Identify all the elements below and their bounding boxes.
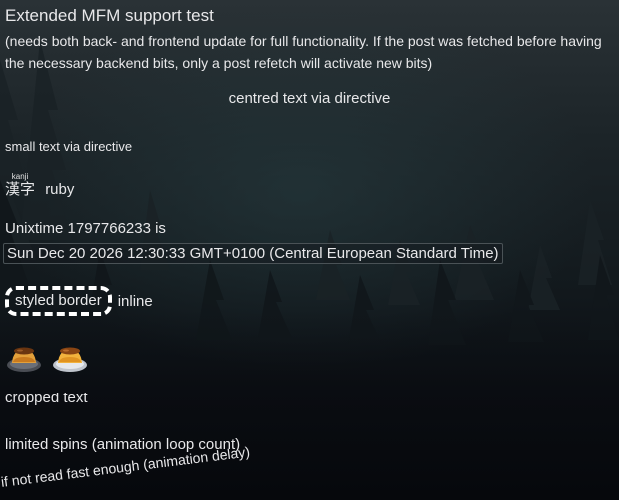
unixtime-value: Sun Dec 20 2026 12:30:33 GMT+0100 (Centr… — [3, 243, 503, 264]
styled-border-line: styled border inline — [5, 286, 153, 316]
cropped-text-content: cropped text — [5, 393, 88, 406]
emoji-row — [6, 338, 88, 374]
pudding-emoji-icon — [53, 347, 87, 372]
inline-label: inline — [117, 292, 153, 310]
unixtime-label: Unixtime 1797766233 is — [5, 220, 166, 237]
post-note: (needs both back- and frontend update fo… — [5, 33, 602, 71]
centred-text: centred text via directive — [228, 90, 391, 107]
post-title: Extended MFM support test — [5, 6, 214, 25]
ruby-line: 漢字kanji ruby — [5, 172, 74, 199]
ruby-base: 漢字 — [5, 181, 36, 198]
styled-border-box: styled border — [5, 286, 112, 316]
pudding-emoji-icon — [7, 347, 41, 372]
ruby-annotation: kanji — [5, 172, 36, 181]
cropped-text: cropped text — [5, 393, 88, 407]
ruby-trailing-text: ruby — [45, 181, 75, 198]
ruby-text: 漢字kanji — [5, 172, 36, 198]
small-text: small text via directive — [5, 139, 133, 154]
